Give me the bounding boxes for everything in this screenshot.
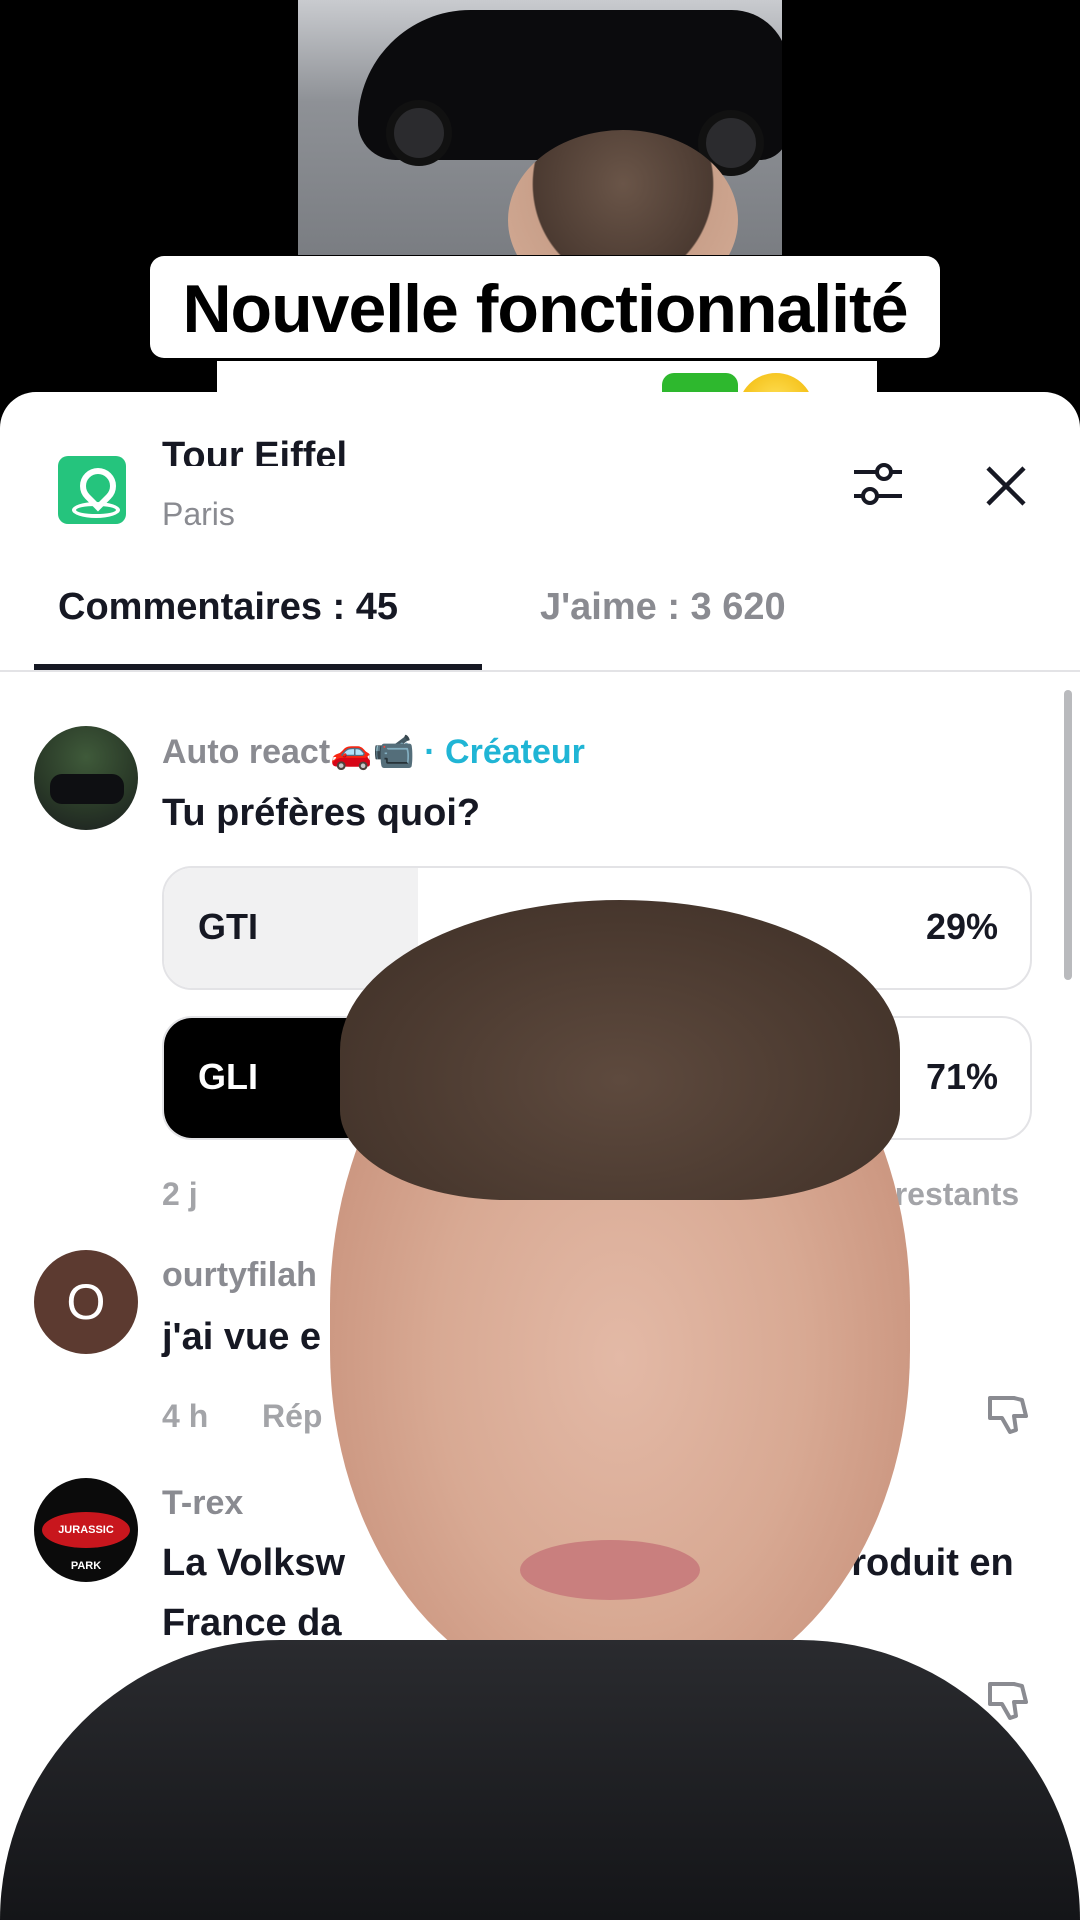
comment-text-end: produit en: [828, 1542, 1014, 1584]
poll-option-gti[interactable]: GTI 29%: [162, 866, 1032, 990]
creator-badge: · Créateur: [424, 733, 585, 771]
poll-label: GTI: [198, 906, 258, 947]
poll-percent: 71%: [925, 1056, 998, 1097]
dislike-icon[interactable]: [984, 1390, 1032, 1438]
video-caption: Nouvelle fonctionnalité pour percer✓: [92, 256, 998, 451]
poll-percent: 29%: [925, 906, 998, 947]
caption-line-1: Nouvelle fonctionnalité: [150, 256, 940, 358]
tab-active-indicator: [34, 664, 482, 670]
avatar-letter: O: [66, 1274, 106, 1330]
scrollbar[interactable]: [1064, 690, 1072, 980]
comment-time: 2 j: [162, 1176, 198, 1212]
comment-username[interactable]: T-rex: [162, 1484, 243, 1523]
avatar-logo: JURASSIC PARK: [42, 1512, 130, 1572]
comment-text-start: La Volksw: [162, 1542, 346, 1584]
tab-bar: Commentaires : 45 J'aime : 3 620: [0, 572, 1080, 672]
comment-text: j'ai vue e: [162, 1316, 322, 1358]
avatar-car: [50, 774, 124, 804]
tab-likes[interactable]: J'aime : 3 620: [540, 586, 815, 629]
username-text: Auto react🚗📹: [162, 733, 415, 771]
comment-username[interactable]: Auto react🚗📹 · Créateur: [162, 732, 585, 772]
comment-username[interactable]: ourtyfilah: [162, 1256, 317, 1295]
close-icon[interactable]: [984, 464, 1028, 508]
comment-text: Tu préfères quoi?: [162, 792, 481, 834]
reply-button[interactable]: Rép: [262, 1398, 322, 1435]
comment-time: 4 h: [162, 1398, 209, 1434]
tab-comments[interactable]: Commentaires : 45: [58, 586, 398, 629]
comment-text-line2: France da: [162, 1602, 342, 1644]
poll-option-gli[interactable]: GLI 71%: [162, 1016, 1032, 1140]
avatar[interactable]: JURASSIC PARK: [34, 1478, 138, 1582]
sheet-header: Tour Eiffel Paris: [0, 392, 1080, 552]
filter-sliders-icon[interactable]: [850, 456, 906, 512]
poll-label: GLI: [198, 1056, 258, 1097]
avatar[interactable]: [34, 726, 138, 830]
avatar[interactable]: O: [34, 1250, 138, 1354]
car-wheel: [386, 100, 452, 166]
video-inset: [298, 0, 782, 255]
location-subtitle: Paris: [162, 496, 235, 532]
poll-remaining: s restants: [868, 1176, 1020, 1212]
car-image: [358, 10, 782, 176]
map-pin-icon[interactable]: [58, 456, 126, 524]
presenter-shirt: [0, 1640, 1080, 1920]
location-title[interactable]: Tour Eiffel: [162, 438, 347, 466]
